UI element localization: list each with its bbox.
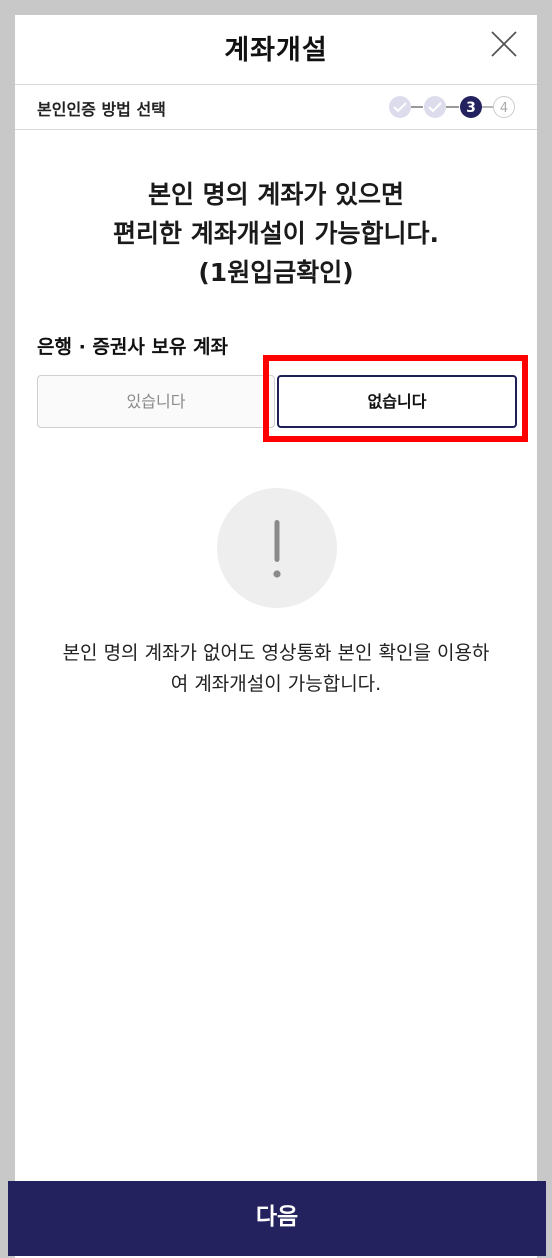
account-group-label: 은행 · 증권사 보유 계좌 xyxy=(37,336,228,358)
exclamation-icon xyxy=(273,520,281,578)
page-title: 계좌개설 xyxy=(224,35,328,66)
heading-line-1: 본인 명의 계좌가 있으면 xyxy=(147,180,405,209)
step-2-check-icon xyxy=(424,96,446,118)
step-label: 본인인증 방법 선택 xyxy=(37,100,166,119)
notice-line-1: 본인 명의 계좌가 없어도 영상통화 본인 확인을 이용하 xyxy=(62,642,490,664)
option-yes-button[interactable]: 있습니다 xyxy=(37,375,275,428)
step-3-current: 3 xyxy=(460,96,482,118)
notice-icon-circle xyxy=(217,488,337,608)
heading-line-2: 편리한 계좌개설이 가능합니다. xyxy=(113,219,439,248)
step-bar: 본인인증 방법 선택 3 4 xyxy=(15,85,537,130)
notice-line-2: 여 계좌개설이 가능합니다. xyxy=(170,673,382,695)
option-no-button[interactable]: 없습니다 xyxy=(277,375,517,428)
step-4-pending: 4 xyxy=(493,96,515,118)
top-header: 계좌개설 xyxy=(15,15,537,85)
app-frame: 계좌개설 본인인증 방법 선택 3 4 본인 명의 계좌가 있으면 편리한 계좌… xyxy=(15,15,537,1258)
main-heading: 본인 명의 계좌가 있으면 편리한 계좌개설이 가능합니다. (1원입금확인) xyxy=(15,175,537,292)
notice-text: 본인 명의 계좌가 없어도 영상통화 본인 확인을 이용하 여 계좌개설이 가능… xyxy=(15,638,537,700)
step-indicator: 3 4 xyxy=(389,96,515,118)
close-icon xyxy=(491,31,517,57)
svg-text:4: 4 xyxy=(500,101,508,116)
next-button[interactable]: 다음 xyxy=(8,1181,546,1256)
close-button[interactable] xyxy=(489,29,519,59)
svg-text:3: 3 xyxy=(466,100,476,116)
heading-line-3: (1원입금확인) xyxy=(198,258,354,287)
step-1-check-icon xyxy=(389,96,411,118)
